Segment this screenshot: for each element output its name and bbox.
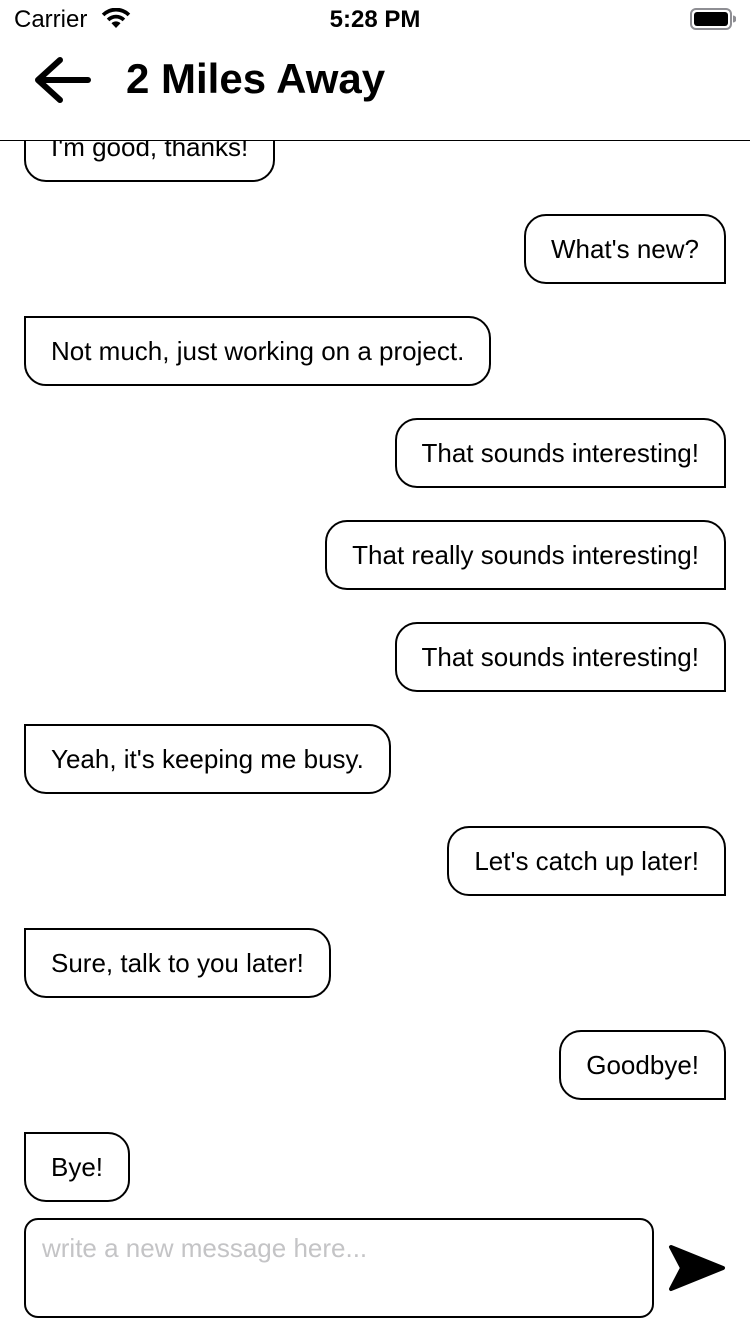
message-bubble-received: Not much, just working on a project.	[24, 316, 492, 386]
message-bubble-received: Yeah, it's keeping me busy.	[24, 724, 391, 794]
message-bubble-received: I'm good, thanks!	[24, 141, 276, 182]
message-bubble-sent: That sounds interesting!	[394, 418, 726, 488]
status-bar: Carrier 5:28 PM	[0, 0, 750, 40]
page-title: 2 Miles Away	[126, 55, 386, 102]
message-bubble-sent: What's new?	[523, 214, 726, 284]
nav-header: 2 Miles Away	[0, 40, 750, 141]
battery-full-icon	[690, 8, 736, 30]
message-list[interactable]: I'm good, thanks! What's new? Not much, …	[0, 141, 750, 1211]
status-time: 5:28 PM	[329, 6, 421, 33]
send-icon[interactable]	[668, 1242, 726, 1294]
message-bubble-sent: Let's catch up later!	[447, 826, 726, 896]
message-bubble-sent: Goodbye!	[559, 1030, 726, 1100]
arrow-left-icon[interactable]	[30, 52, 94, 108]
message-bubble-sent: That really sounds interesting!	[325, 520, 726, 590]
message-bubble-sent: That sounds interesting!	[394, 622, 726, 692]
message-bubble-received: Bye!	[24, 1132, 131, 1202]
message-bubble-received: Sure, talk to you later!	[24, 928, 331, 998]
message-input[interactable]	[24, 1218, 654, 1318]
